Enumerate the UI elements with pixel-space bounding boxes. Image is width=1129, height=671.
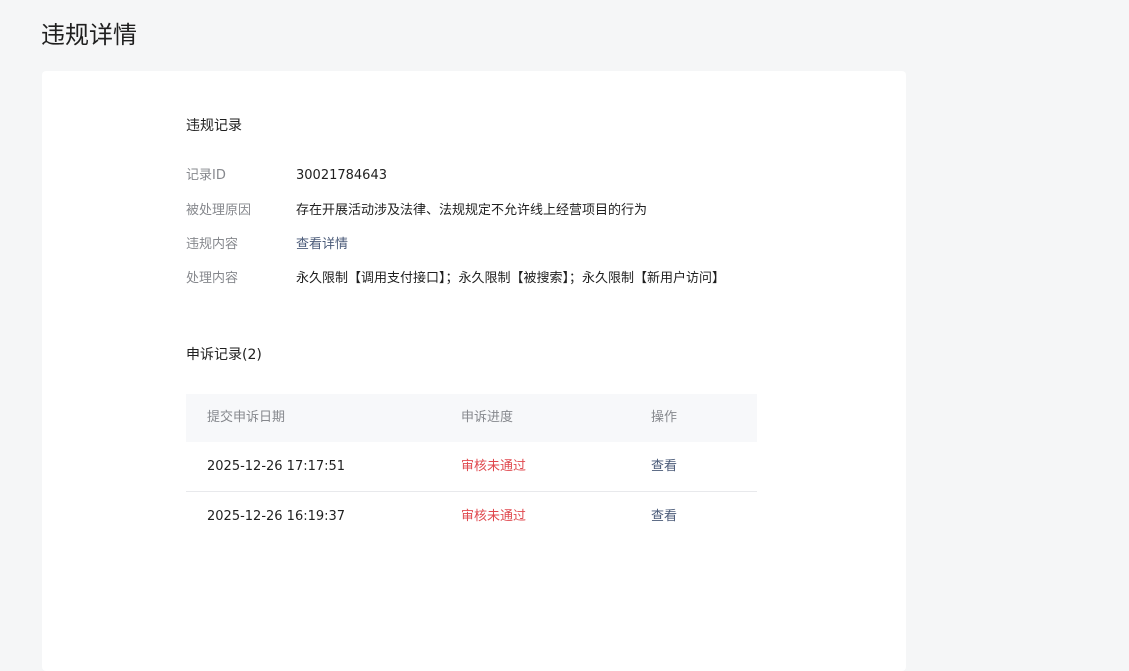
violation-content-label: 违规内容	[186, 237, 239, 252]
appeal-records-table: 提交申诉日期 申诉进度 操作 2025-12-26 17:17:51 审核未通过…	[186, 394, 757, 541]
appeal-date: 2025-12-26 16:19:37	[207, 509, 346, 524]
record-id-label: 记录ID	[186, 168, 226, 183]
table-header: 提交申诉日期 申诉进度 操作	[186, 394, 757, 442]
table-row: 2025-12-26 16:19:37 审核未通过 查看	[186, 492, 757, 541]
record-id-value: 30021784643	[296, 168, 387, 183]
reason-value: 存在开展活动涉及法律、法规规定不允许线上经营项目的行为	[296, 203, 648, 218]
view-appeal-link[interactable]: 查看	[651, 492, 677, 541]
appeal-date: 2025-12-26 17:17:51	[207, 459, 346, 474]
appeal-status: 审核未通过	[461, 509, 527, 524]
violation-detail-card: 违规记录 记录ID 30021784643 被处理原因 存在开展活动涉及法律、法…	[42, 71, 906, 671]
column-header-action: 操作	[651, 410, 678, 425]
handling-content-label: 处理内容	[186, 271, 239, 286]
column-header-date: 提交申诉日期	[207, 410, 286, 425]
page-title: 违规详情	[41, 21, 137, 49]
appeal-status: 审核未通过	[461, 459, 527, 474]
violation-record-title: 违规记录	[186, 118, 242, 134]
handling-content-value: 永久限制【调用支付接口】；永久限制【被搜索】；永久限制【新用户访问】	[296, 271, 726, 286]
table-row: 2025-12-26 17:17:51 审核未通过 查看	[186, 442, 757, 492]
column-header-status: 申诉进度	[461, 410, 514, 425]
reason-label: 被处理原因	[186, 203, 252, 218]
appeal-records-title: 申诉记录(2)	[186, 347, 262, 363]
view-details-link[interactable]: 查看详情	[296, 235, 348, 255]
view-appeal-link[interactable]: 查看	[651, 442, 677, 491]
